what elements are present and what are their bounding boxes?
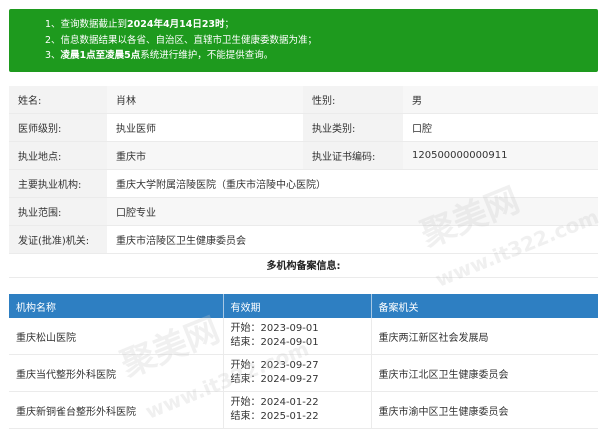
section-title: 多机构备案信息: — [9, 257, 598, 278]
location-label: 执业地点: — [9, 141, 107, 170]
doctor-info-table: 姓名: 肖林 性别: 男 医师级别: 执业医师 执业类别: 口腔 执业地点: 重… — [9, 86, 598, 254]
level-value: 执业医师 — [107, 113, 303, 142]
name-value: 肖林 — [107, 86, 303, 114]
header-institution-name: 机构名称 — [9, 294, 224, 318]
table-row: 重庆松山医院 开始：2023-09-01 结束：2024-09-01 重庆两江新… — [9, 318, 598, 355]
category-label: 执业类别: — [303, 113, 403, 142]
validity-period: 开始：2024-01-22 结束：2025-01-22 — [223, 391, 372, 429]
institution-name: 重庆新铜雀台整形外科医院 — [9, 391, 224, 429]
table-row: 重庆当代整形外科医院 开始：2023-09-27 结束：2024-09-27 重… — [9, 354, 598, 392]
info-row: 主要执业机构: 重庆大学附属涪陵医院（重庆市涪陵中心医院） — [9, 169, 598, 198]
notice-line-3: 3、凌晨1点至凌晨5点系统进行维护，不能提供查询。 — [45, 50, 274, 61]
institutions-header-row: 机构名称 有效期 备案机关 — [9, 294, 598, 318]
info-row: 执业地点: 重庆市 执业证书编码: 120500000000911 — [9, 141, 598, 170]
notice-banner: 1、查询数据截止到2024年4月14日23时； 2、信息数据结果以各省、自治区、… — [9, 9, 598, 72]
info-row: 发证(批准)机关: 重庆市涪陵区卫生健康委员会 — [9, 225, 598, 254]
institution-label: 主要执业机构: — [9, 169, 107, 198]
name-label: 姓名: — [9, 86, 107, 114]
location-value: 重庆市 — [107, 141, 303, 170]
header-authority: 备案机关 — [371, 294, 598, 318]
validity-period: 开始：2023-09-01 结束：2024-09-01 — [223, 318, 372, 355]
category-value: 口腔 — [403, 113, 598, 142]
level-label: 医师级别: — [9, 113, 107, 142]
header-validity: 有效期 — [223, 294, 372, 318]
filing-authority: 重庆市渝中区卫生健康委员会 — [371, 391, 598, 429]
validity-period: 开始：2023-09-27 结束：2024-09-27 — [223, 354, 372, 392]
cert-label: 执业证书编码: — [303, 141, 403, 170]
info-row: 执业范围: 口腔专业 — [9, 197, 598, 226]
filing-authority: 重庆两江新区社会发展局 — [371, 318, 598, 355]
notice-line-1: 1、查询数据截止到2024年4月14日23时； — [45, 19, 235, 30]
scope-label: 执业范围: — [9, 197, 107, 226]
issuer-value: 重庆市涪陵区卫生健康委员会 — [107, 225, 598, 254]
scope-value: 口腔专业 — [107, 197, 598, 226]
notice-line-2: 2、信息数据结果以各省、自治区、直辖市卫生健康委数据为准； — [45, 34, 318, 46]
institution-value: 重庆大学附属涪陵医院（重庆市涪陵中心医院） — [107, 169, 598, 198]
cert-value: 120500000000911 — [403, 141, 598, 170]
gender-value: 男 — [403, 86, 598, 114]
institution-name: 重庆松山医院 — [9, 318, 224, 355]
institution-name: 重庆当代整形外科医院 — [9, 354, 224, 392]
info-row: 医师级别: 执业医师 执业类别: 口腔 — [9, 113, 598, 142]
table-row: 重庆新铜雀台整形外科医院 开始：2024-01-22 结束：2025-01-22… — [9, 391, 598, 429]
filing-authority: 重庆市江北区卫生健康委员会 — [371, 354, 598, 392]
gender-label: 性别: — [303, 86, 403, 114]
issuer-label: 发证(批准)机关: — [9, 225, 107, 254]
info-row: 姓名: 肖林 性别: 男 — [9, 86, 598, 114]
institutions-table: 机构名称 有效期 备案机关 重庆松山医院 开始：2023-09-01 结束：20… — [9, 294, 598, 429]
